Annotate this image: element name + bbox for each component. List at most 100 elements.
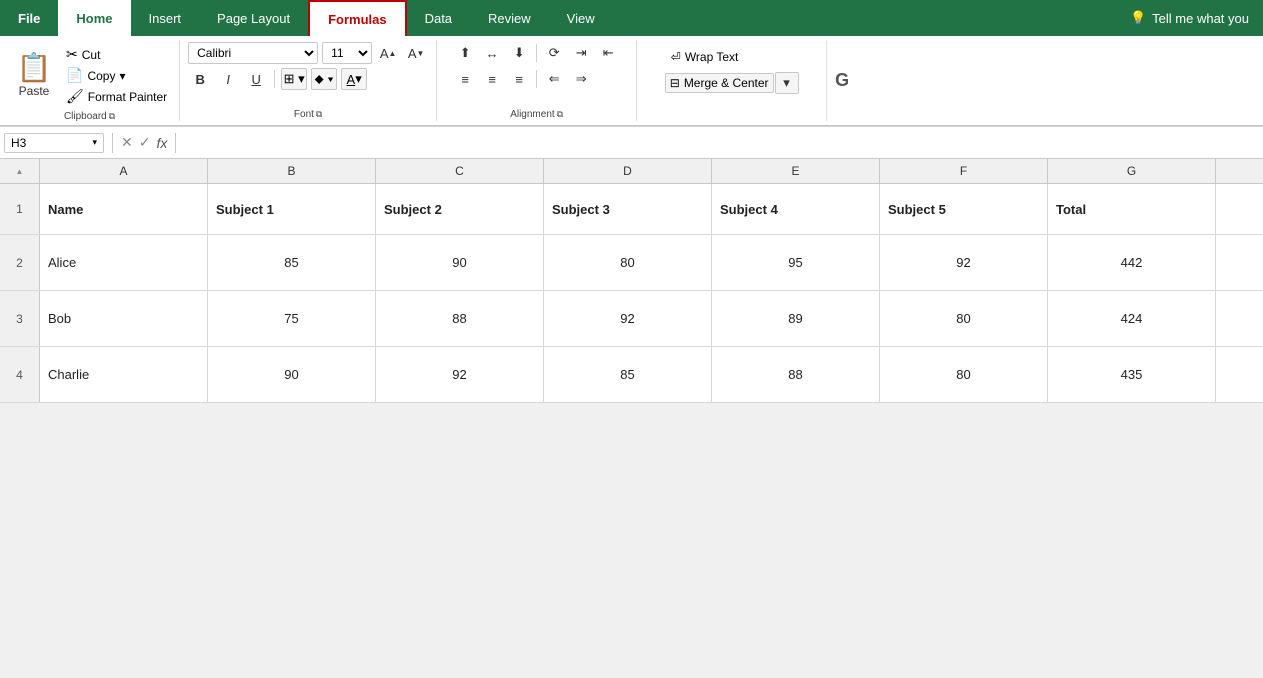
cell-e3[interactable]: 89 xyxy=(712,291,880,346)
align-center-button[interactable]: ≡ xyxy=(480,68,504,90)
merge-center-button[interactable]: ⊟ Merge & Center xyxy=(665,73,774,93)
clipboard-group-inner: 📋 Paste ✂ Cut 📄 Copy ▾ 🖌 Forma xyxy=(8,42,171,109)
formula-separator-2 xyxy=(175,133,176,153)
tab-page-layout[interactable]: Page Layout xyxy=(199,0,308,36)
col-header-g[interactable]: G xyxy=(1048,159,1216,183)
cell-f4[interactable]: 80 xyxy=(880,347,1048,402)
spreadsheet: A B C D E F G 1 Name Subject 1 Subject 2… xyxy=(0,159,1263,403)
confirm-formula-button[interactable]: ✓ xyxy=(139,134,151,151)
tab-data[interactable]: Data xyxy=(407,0,470,36)
align-left-button[interactable]: ≡ xyxy=(453,68,477,90)
cell-d3[interactable]: 92 xyxy=(544,291,712,346)
clipboard-group: 📋 Paste ✂ Cut 📄 Copy ▾ 🖌 Forma xyxy=(0,40,180,121)
cell-b3[interactable]: 75 xyxy=(208,291,376,346)
cell-c3[interactable]: 88 xyxy=(376,291,544,346)
cell-a1[interactable]: Name xyxy=(40,184,208,234)
col-header-d[interactable]: D xyxy=(544,159,712,183)
cell-g3[interactable]: 424 xyxy=(1048,291,1216,346)
indent-less-button[interactable]: ⇐ xyxy=(542,68,566,90)
cell-reference-box[interactable]: H3 ▾ xyxy=(4,133,104,153)
format-painter-button[interactable]: 🖌 Format Painter xyxy=(62,86,171,107)
font-expand-icon[interactable]: ⧉ xyxy=(316,109,322,120)
align-bottom-button[interactable]: ⬇ xyxy=(507,42,531,64)
align-row-1: ⬆ ↔ ⬇ ⟳ ⇥ ⇤ xyxy=(453,42,620,64)
tell-me-bar[interactable]: 💡 Tell me what you xyxy=(1116,0,1263,36)
cell-c1[interactable]: Subject 2 xyxy=(376,184,544,234)
cell-g2[interactable]: 442 xyxy=(1048,235,1216,290)
font-group-inner: Calibri 11 A▲ A▼ B I U ⊞ ▾ ⬥ xyxy=(188,42,428,107)
cell-ref-value: H3 xyxy=(11,136,26,150)
clipboard-right: ✂ Cut 📄 Copy ▾ 🖌 Format Painter xyxy=(62,42,171,109)
fill-color-button[interactable]: ⬥ ▾ xyxy=(311,68,337,90)
tab-file[interactable]: File xyxy=(0,0,58,36)
bold-button[interactable]: B xyxy=(188,68,212,90)
cell-a4[interactable]: Charlie xyxy=(40,347,208,402)
row-num-2: 2 xyxy=(0,235,40,290)
font-selector-row: Calibri 11 A▲ A▼ xyxy=(188,42,428,64)
merge-dropdown-button[interactable]: ▾ xyxy=(775,72,799,94)
tab-review[interactable]: Review xyxy=(470,0,549,36)
cell-ref-dropdown[interactable]: ▾ xyxy=(92,137,97,148)
wrap-text-icon: ⏎ xyxy=(671,50,681,64)
decrease-indent-button[interactable]: ⇤ xyxy=(596,42,620,64)
cell-f2[interactable]: 92 xyxy=(880,235,1048,290)
indent-more-button[interactable]: ⇒ xyxy=(569,68,593,90)
paste-button[interactable]: 📋 Paste xyxy=(8,42,60,109)
italic-button[interactable]: I xyxy=(216,68,240,90)
cell-d1[interactable]: Subject 3 xyxy=(544,184,712,234)
col-header-a[interactable]: A xyxy=(40,159,208,183)
alignment-expand-icon[interactable]: ⧉ xyxy=(557,109,563,120)
increase-font-button[interactable]: A▲ xyxy=(376,42,400,64)
cell-c2[interactable]: 90 xyxy=(376,235,544,290)
font-size-select[interactable]: 11 xyxy=(322,42,372,64)
underline-button[interactable]: U xyxy=(244,68,268,90)
align-middle-button[interactable]: ↔ xyxy=(480,42,504,64)
font-color-button[interactable]: A ▾ xyxy=(341,68,367,90)
tab-bar: File Home Insert Page Layout Formulas Da… xyxy=(0,0,1263,36)
align-top-button[interactable]: ⬆ xyxy=(453,42,477,64)
increase-indent-button[interactable]: ⇥ xyxy=(569,42,593,64)
cell-c4[interactable]: 92 xyxy=(376,347,544,402)
borders-button[interactable]: ⊞ ▾ xyxy=(281,68,307,90)
col-header-b[interactable]: B xyxy=(208,159,376,183)
font-family-select[interactable]: Calibri xyxy=(188,42,318,64)
cell-f1[interactable]: Subject 5 xyxy=(880,184,1048,234)
function-button[interactable]: fx xyxy=(156,135,167,151)
cancel-formula-button[interactable]: ✕ xyxy=(121,134,133,151)
align-right-button[interactable]: ≡ xyxy=(507,68,531,90)
cell-b2[interactable]: 85 xyxy=(208,235,376,290)
ribbon-content: 📋 Paste ✂ Cut 📄 Copy ▾ 🖌 Forma xyxy=(0,36,1263,126)
cell-a3[interactable]: Bob xyxy=(40,291,208,346)
orientation-button[interactable]: ⟳ xyxy=(542,42,566,64)
tab-formulas[interactable]: Formulas xyxy=(308,0,407,36)
wrap-merge-label xyxy=(645,107,818,121)
cell-b1[interactable]: Subject 1 xyxy=(208,184,376,234)
decrease-font-button[interactable]: A▼ xyxy=(404,42,428,64)
cell-a2[interactable]: Alice xyxy=(40,235,208,290)
tab-view[interactable]: View xyxy=(549,0,613,36)
tab-home[interactable]: Home xyxy=(58,0,130,36)
copy-button[interactable]: 📄 Copy ▾ xyxy=(62,65,171,86)
copy-dropdown-icon[interactable]: ▾ xyxy=(119,69,125,83)
cell-e4[interactable]: 88 xyxy=(712,347,880,402)
ribbon-extra: G xyxy=(827,40,1263,121)
clipboard-expand-icon[interactable]: ⧉ xyxy=(109,111,115,122)
cell-d4[interactable]: 85 xyxy=(544,347,712,402)
col-header-e[interactable]: E xyxy=(712,159,880,183)
tab-insert[interactable]: Insert xyxy=(131,0,200,36)
wrap-text-button[interactable]: ⏎ Wrap Text xyxy=(665,48,799,66)
cell-g1[interactable]: Total xyxy=(1048,184,1216,234)
cut-button[interactable]: ✂ Cut xyxy=(62,44,171,65)
cell-b4[interactable]: 90 xyxy=(208,347,376,402)
row-num-3: 3 xyxy=(0,291,40,346)
row-num-4: 4 xyxy=(0,347,40,402)
col-header-f[interactable]: F xyxy=(880,159,1048,183)
cell-d2[interactable]: 80 xyxy=(544,235,712,290)
cell-e1[interactable]: Subject 4 xyxy=(712,184,880,234)
cell-f3[interactable]: 80 xyxy=(880,291,1048,346)
cell-e2[interactable]: 95 xyxy=(712,235,880,290)
wrap-merge-group: ⏎ Wrap Text ⊟ Merge & Center ▾ xyxy=(637,40,827,121)
col-header-c[interactable]: C xyxy=(376,159,544,183)
cell-g4[interactable]: 435 xyxy=(1048,347,1216,402)
formula-input[interactable] xyxy=(184,133,1259,152)
